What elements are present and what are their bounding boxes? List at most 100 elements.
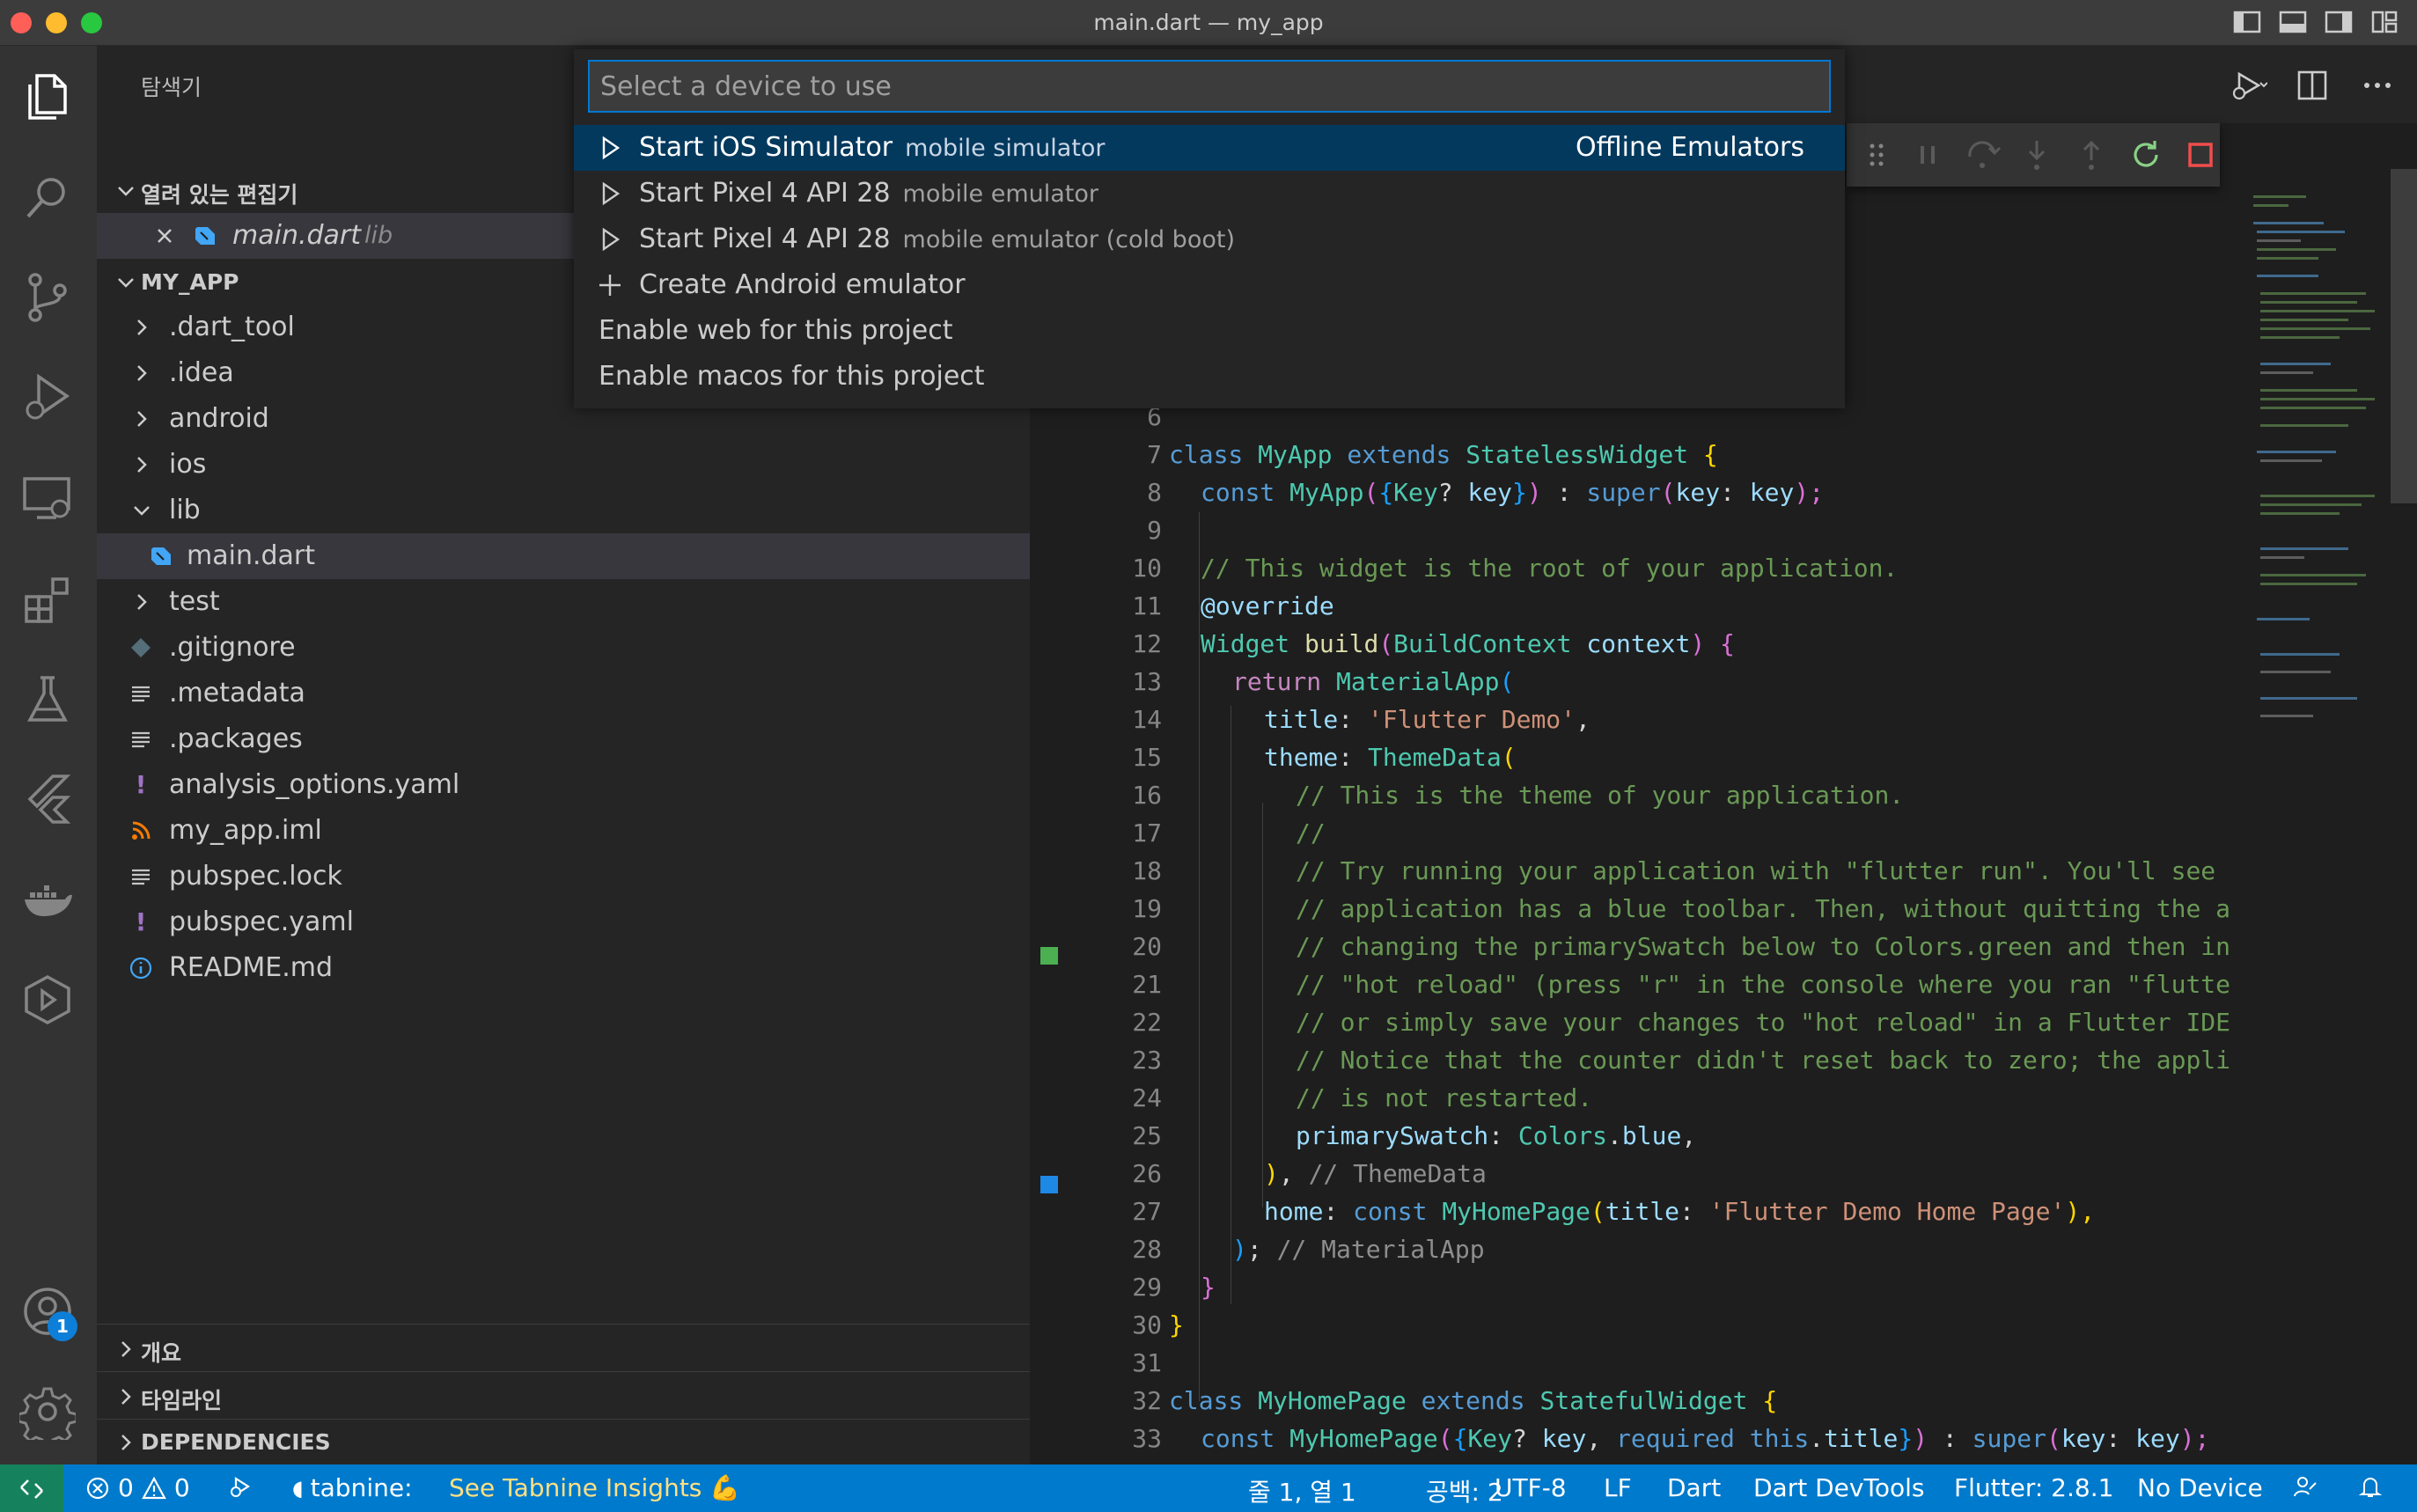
- code-line[interactable]: home: const MyHomePage(title: 'Flutter D…: [1264, 1197, 2095, 1226]
- code-line[interactable]: // This is the theme of your application…: [1296, 781, 1904, 810]
- code-line[interactable]: ); // MaterialApp: [1232, 1235, 1485, 1264]
- code-line[interactable]: // changing the primarySwatch below to C…: [1296, 932, 2230, 961]
- tree-item-pubspec-yaml[interactable]: ! pubspec.yaml: [97, 899, 1030, 945]
- docker-icon[interactable]: [19, 871, 76, 928]
- chevron-right-icon: [113, 1336, 139, 1362]
- tree-item-test[interactable]: test: [97, 579, 1030, 625]
- device-selector[interactable]: No Device: [2137, 1473, 2263, 1502]
- code-line[interactable]: // or simply save your changes to "hot r…: [1296, 1008, 2230, 1037]
- settings-gear-icon[interactable]: [17, 1384, 78, 1449]
- line-number: 26: [1132, 1159, 1162, 1188]
- tree-item-ios[interactable]: ios: [97, 442, 1030, 488]
- tree-item-pubspec-lock[interactable]: pubspec.lock: [97, 854, 1030, 899]
- code-line[interactable]: ), // ThemeData: [1264, 1159, 1487, 1188]
- remote-indicator[interactable]: [0, 1464, 63, 1512]
- code-line[interactable]: @override: [1201, 591, 1334, 620]
- code-line[interactable]: title: 'Flutter Demo',: [1264, 705, 1591, 734]
- code-line[interactable]: class MyHomePage extends StatefulWidget …: [1169, 1386, 1777, 1415]
- tree-item-my-app-iml[interactable]: my_app.iml: [97, 808, 1030, 854]
- editor-scrollbar-thumb[interactable]: [2391, 169, 2417, 503]
- plus-icon: [597, 272, 623, 298]
- drag-handle-icon[interactable]: [1857, 136, 1896, 174]
- code-line[interactable]: // Try running your application with "fl…: [1296, 856, 2215, 885]
- split-editor-icon[interactable]: [2292, 65, 2333, 106]
- code-line[interactable]: primarySwatch: Colors.blue,: [1296, 1121, 1696, 1150]
- code-line[interactable]: // application has a blue toolbar. Then,…: [1296, 894, 2230, 923]
- timeline-section-header[interactable]: 타임라인: [97, 1375, 1030, 1419]
- code-line[interactable]: // This widget is the root of your appli…: [1201, 554, 1898, 583]
- code-line[interactable]: Widget build(BuildContext context) {: [1201, 629, 1735, 658]
- code-line[interactable]: // "hot reload" (press "r" in the consol…: [1296, 970, 2230, 999]
- close-icon[interactable]: [151, 223, 178, 249]
- tabnine-icon: ◖: [292, 1475, 304, 1501]
- code-line[interactable]: return MaterialApp(: [1232, 667, 1514, 696]
- step-into-icon[interactable]: [2017, 136, 2056, 174]
- search-icon[interactable]: [19, 169, 76, 225]
- dart-devtools[interactable]: Dart DevTools: [1753, 1473, 1924, 1502]
- code-line[interactable]: // is not restarted.: [1296, 1083, 1592, 1112]
- encoding[interactable]: UTF-8: [1495, 1473, 1567, 1502]
- code-line[interactable]: //: [1296, 818, 1326, 848]
- chevron-right-icon: [113, 1429, 139, 1456]
- code-line[interactable]: const MyHomePage({Key? key, required thi…: [1201, 1424, 2209, 1453]
- code-line[interactable]: class MyApp extends StatelessWidget {: [1169, 440, 1718, 469]
- device-search-input[interactable]: [588, 60, 1831, 113]
- code-line[interactable]: // Notice that the counter didn't reset …: [1296, 1046, 2230, 1075]
- extensions-icon[interactable]: [19, 570, 76, 627]
- tree-item-analysis-options[interactable]: ! analysis_options.yaml: [97, 762, 1030, 808]
- files-icon[interactable]: [19, 69, 76, 125]
- chevron-right-icon: [129, 451, 155, 478]
- run-debug-icon[interactable]: [19, 370, 76, 426]
- chevron-down-icon: [113, 178, 139, 204]
- problems-indicator[interactable]: 0 0: [84, 1473, 190, 1502]
- line-number: 27: [1132, 1197, 1162, 1226]
- chevron-right-icon: [129, 360, 155, 386]
- toggle-secondary-sidebar-icon[interactable]: [2324, 9, 2354, 35]
- tree-item-readme[interactable]: README.md: [97, 945, 1030, 991]
- tree-item-lib[interactable]: lib: [97, 488, 1030, 533]
- code-line[interactable]: const MyApp({Key? key}) : super(key: key…: [1201, 478, 1824, 507]
- more-actions-icon[interactable]: [2357, 65, 2398, 106]
- remote-explorer-icon[interactable]: [19, 470, 76, 526]
- code-line[interactable]: theme: ThemeData(: [1264, 743, 1517, 772]
- stop-icon[interactable]: [2181, 136, 2220, 174]
- language-mode[interactable]: Dart: [1667, 1473, 1721, 1502]
- source-control-icon[interactable]: [19, 269, 76, 326]
- chevron-right-icon: [129, 589, 155, 615]
- dependencies-section-header[interactable]: DEPENDENCIES: [97, 1420, 1030, 1464]
- code-line[interactable]: }: [1169, 1310, 1184, 1340]
- toggle-sidebar-icon[interactable]: [2232, 9, 2262, 35]
- code-line[interactable]: }: [1201, 1273, 1216, 1302]
- quick-pick-item-pixel-4-cold-boot[interactable]: Start Pixel 4 API 28 mobile emulator (col…: [574, 217, 1845, 262]
- end-of-line[interactable]: LF: [1604, 1473, 1632, 1502]
- pause-icon[interactable]: [1908, 136, 1947, 174]
- testing-icon[interactable]: [19, 671, 76, 727]
- quick-pick-item-ios-simulator[interactable]: Start iOS Simulator mobile simulator Offl…: [574, 125, 1845, 171]
- toggle-panel-icon[interactable]: [2278, 9, 2308, 35]
- step-out-icon[interactable]: [2072, 136, 2111, 174]
- debug-status-icon[interactable]: [227, 1473, 253, 1500]
- activity-bar: 1: [0, 46, 97, 1464]
- devtools-icon[interactable]: [19, 972, 76, 1028]
- tree-item-packages[interactable]: .packages: [97, 716, 1030, 762]
- flutter-icon[interactable]: [19, 771, 76, 827]
- tabnine-insights-link[interactable]: See Tabnine Insights 💪: [449, 1473, 740, 1502]
- customize-layout-icon[interactable]: [2369, 9, 2399, 35]
- feedback-icon[interactable]: [2292, 1473, 2318, 1500]
- quick-pick-item-create-emulator[interactable]: Create Android emulator: [574, 262, 1845, 308]
- quick-pick-item-enable-web[interactable]: Enable web for this project: [574, 308, 1845, 354]
- indentation[interactable]: 공백: 2: [1426, 1473, 1503, 1508]
- notifications-bell-icon[interactable]: [2357, 1473, 2384, 1500]
- cursor-position[interactable]: 줄 1, 열 1: [1248, 1473, 1356, 1508]
- tabnine-status[interactable]: ◖ tabnine:: [292, 1473, 413, 1502]
- tree-item-main-dart[interactable]: main.dart: [97, 533, 1030, 579]
- tree-item-gitignore[interactable]: .gitignore: [97, 625, 1030, 671]
- flutter-version[interactable]: Flutter: 2.8.1: [1954, 1473, 2113, 1502]
- step-over-icon[interactable]: [1963, 136, 2002, 174]
- quick-pick-item-enable-macos[interactable]: Enable macos for this project: [574, 354, 1845, 400]
- outline-section-header[interactable]: 개요: [97, 1327, 1030, 1371]
- quick-pick-item-pixel-4[interactable]: Start Pixel 4 API 28 mobile emulator: [574, 171, 1845, 217]
- run-debug-dropdown-icon[interactable]: [2227, 65, 2268, 106]
- restart-icon[interactable]: [2127, 136, 2165, 174]
- tree-item-metadata[interactable]: .metadata: [97, 671, 1030, 716]
